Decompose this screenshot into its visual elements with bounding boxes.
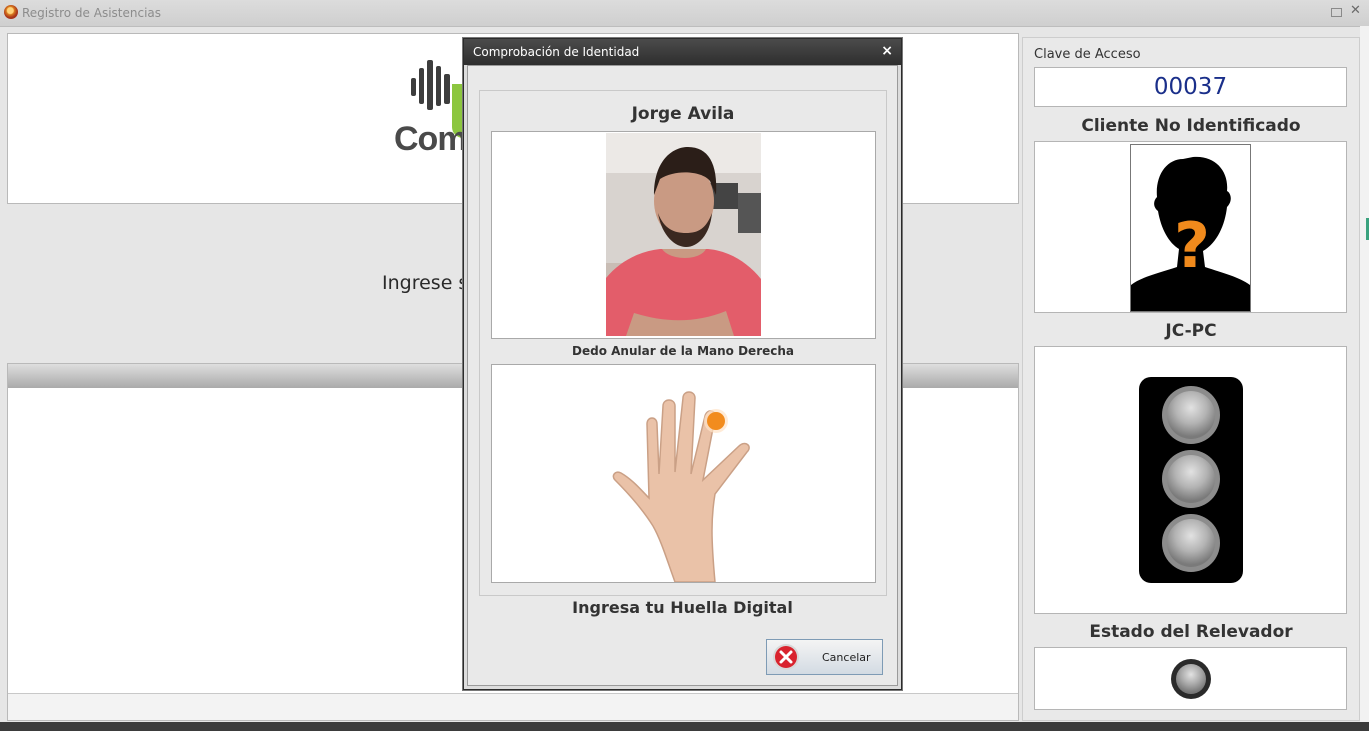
close-icon[interactable]: ✕: [1350, 3, 1361, 18]
window-titlebar: Registro de Asistencias ✕: [0, 0, 1369, 27]
hand-icon: [612, 391, 750, 582]
traffic-light-panel: [1034, 346, 1347, 614]
access-key-field[interactable]: 00037: [1034, 67, 1347, 107]
person-photo-image: [606, 133, 761, 336]
person-name: Jorge Avila: [631, 104, 735, 124]
dialog-body: Jorge Avila Dedo Anular de la Mano Derec…: [467, 65, 898, 686]
svg-text:?: ?: [1174, 209, 1210, 282]
access-key-label: Clave de Acceso: [1034, 47, 1141, 62]
finger-marker: [707, 412, 725, 430]
pc-name: JC-PC: [1165, 321, 1217, 341]
identity-group: Jorge Avila Dedo Anular de la Mano Derec…: [479, 90, 887, 596]
relay-status: [1034, 647, 1347, 710]
relay-light-icon: [1171, 659, 1211, 699]
cancel-x-icon: [773, 644, 799, 670]
unknown-person-icon: ?: [1130, 144, 1251, 312]
cancel-label: Cancelar: [822, 651, 871, 664]
finger-label: Dedo Anular de la Mano Derecha: [572, 344, 794, 358]
dialog-title: Comprobación de Identidad: [473, 45, 640, 59]
identity-dialog: Comprobación de Identidad × Jorge Avila: [463, 38, 902, 690]
app-icon: [4, 5, 18, 19]
status-panel: Clave de Acceso 00037 Cliente No Identif…: [1022, 37, 1360, 721]
traffic-light-icon: [1139, 377, 1243, 583]
client-status: Cliente No Identificado: [1081, 116, 1301, 136]
relay-label: Estado del Relevador: [1089, 622, 1293, 642]
dialog-close-icon[interactable]: ×: [881, 43, 893, 59]
dialog-titlebar: Comprobación de Identidad ×: [464, 39, 901, 65]
window-title: Registro de Asistencias: [22, 6, 162, 20]
client-photo: ?: [1034, 141, 1347, 313]
instruction-text: Ingresa tu Huella Digital: [572, 598, 793, 617]
person-photo: [491, 131, 876, 339]
restore-icon[interactable]: [1331, 8, 1342, 17]
taskbar-strip: [0, 722, 1369, 731]
input-prompt: Ingrese s: [382, 272, 469, 294]
cancel-button[interactable]: Cancelar: [766, 639, 883, 675]
fingerprint-guide: [491, 364, 876, 583]
list-footer: [8, 693, 1018, 720]
window-edge: [1360, 26, 1369, 722]
